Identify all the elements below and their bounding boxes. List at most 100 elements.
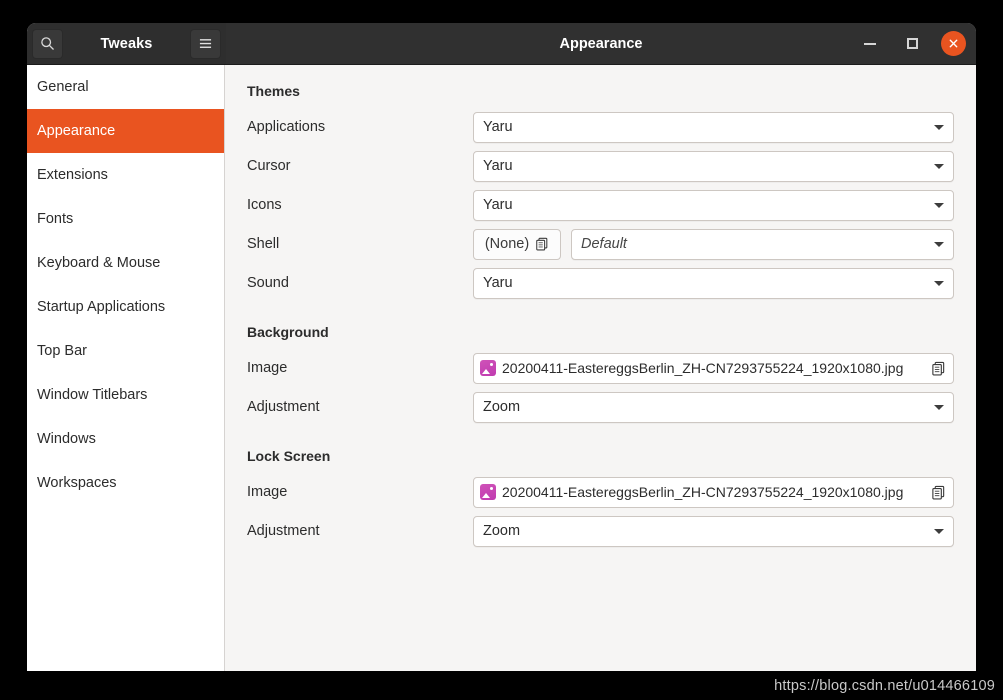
row-label: Cursor [247, 158, 291, 174]
sidebar-item-extensions[interactable]: Extensions [27, 153, 224, 197]
combo-value: Yaru [483, 197, 513, 213]
row-lockscreen-adjustment: Adjustment Zoom [247, 512, 976, 550]
applications-theme-combo[interactable]: Yaru [473, 111, 954, 143]
settings-content: Themes Applications Yaru Cursor Yaru Ico… [225, 65, 976, 671]
app-title: Tweaks [100, 35, 153, 52]
sidebar-item-label: Startup Applications [37, 299, 166, 315]
sidebar-item-appearance[interactable]: Appearance [27, 109, 224, 153]
sidebar-item-startup-applications[interactable]: Startup Applications [27, 285, 224, 329]
copy-icon[interactable] [931, 485, 946, 500]
row-cursor-theme: Cursor Yaru [247, 147, 976, 185]
lockscreen-section-title: Lock Screen [247, 448, 331, 464]
row-label: Sound [247, 275, 289, 291]
themes-section-title: Themes [247, 83, 300, 99]
row-background-adjustment: Adjustment Zoom [247, 388, 976, 426]
image-file-icon [480, 360, 496, 376]
close-icon [949, 39, 958, 48]
sidebar: General Appearance Extensions Fonts Keyb… [27, 65, 225, 671]
lockscreen-adjustment-combo[interactable]: Zoom [473, 515, 954, 547]
chevron-down-icon [934, 404, 944, 410]
sidebar-item-workspaces[interactable]: Workspaces [27, 461, 224, 505]
combo-value: Zoom [483, 523, 521, 539]
shell-theme-install-button[interactable]: (None) [473, 228, 561, 260]
row-background-image: Image 20200411-EastereggsBerlin_ZH-CN729… [247, 349, 976, 387]
background-section-title: Background [247, 324, 329, 340]
sidebar-item-label: Keyboard & Mouse [37, 255, 161, 271]
row-label: Shell [247, 236, 280, 252]
copy-icon [535, 237, 549, 251]
screen: Tweaks Appearance General Appearance Ext… [0, 0, 1003, 700]
sound-theme-combo[interactable]: Yaru [473, 267, 954, 299]
chevron-down-icon [934, 528, 944, 534]
maximize-icon [906, 38, 918, 49]
window-controls [857, 31, 966, 57]
sidebar-item-label: General [37, 79, 89, 95]
combo-value: Yaru [483, 275, 513, 291]
sidebar-item-window-titlebars[interactable]: Window Titlebars [27, 373, 224, 417]
sidebar-item-label: Windows [37, 431, 96, 447]
control-area: Yaru [473, 189, 954, 221]
sidebar-item-general[interactable]: General [27, 65, 224, 109]
combo-value: Zoom [483, 399, 521, 415]
shell-none-label: (None) [484, 236, 530, 252]
control-area: Zoom [473, 391, 954, 423]
combo-value: Default [581, 236, 627, 252]
sidebar-item-label: Appearance [37, 123, 116, 139]
control-area: 20200411-EastereggsBerlin_ZH-CN729375522… [473, 352, 954, 384]
sidebar-item-top-bar[interactable]: Top Bar [27, 329, 224, 373]
control-area: 20200411-EastereggsBerlin_ZH-CN729375522… [473, 476, 954, 508]
chevron-down-icon [934, 241, 944, 247]
sidebar-item-windows[interactable]: Windows [27, 417, 224, 461]
row-applications-theme: Applications Yaru [247, 108, 976, 146]
control-area: (None) Default [473, 228, 954, 260]
search-button[interactable] [32, 28, 63, 59]
sidebar-item-keyboard-mouse[interactable]: Keyboard & Mouse [27, 241, 224, 285]
row-label: Adjustment [247, 399, 320, 415]
control-area: Yaru [473, 111, 954, 143]
tweaks-window: Tweaks Appearance General Appearance Ext… [27, 23, 976, 671]
chevron-down-icon [934, 124, 944, 130]
watermark: https://blog.csdn.net/u014466109 [774, 678, 995, 694]
lockscreen-image-filename: 20200411-EastereggsBerlin_ZH-CN729375522… [502, 484, 904, 500]
chevron-down-icon [934, 280, 944, 286]
minimize-button[interactable] [857, 31, 883, 57]
row-label: Image [247, 484, 288, 500]
minimize-icon [864, 42, 876, 45]
row-label: Applications [247, 119, 326, 135]
combo-value: Yaru [483, 158, 513, 174]
headerbar-left-pane: Tweaks [27, 23, 226, 64]
window-headerbar: Tweaks Appearance [27, 23, 976, 65]
cursor-theme-combo[interactable]: Yaru [473, 150, 954, 182]
close-button[interactable] [941, 31, 966, 56]
row-shell-theme: Shell (None) Default [247, 225, 976, 263]
sidebar-item-label: Top Bar [37, 343, 87, 359]
image-file-icon [480, 484, 496, 500]
icons-theme-combo[interactable]: Yaru [473, 189, 954, 221]
shell-theme-combo[interactable]: Default [571, 228, 954, 260]
control-area: Yaru [473, 150, 954, 182]
row-icons-theme: Icons Yaru [247, 186, 976, 224]
control-area: Yaru [473, 267, 954, 299]
combo-value: Yaru [483, 119, 513, 135]
background-image-filename: 20200411-EastereggsBerlin_ZH-CN729375522… [502, 360, 904, 376]
maximize-button[interactable] [899, 31, 925, 57]
hamburger-menu-icon [199, 39, 212, 48]
copy-icon[interactable] [931, 361, 946, 376]
sidebar-item-label: Extensions [37, 167, 108, 183]
headerbar-right-pane: Appearance [226, 23, 976, 64]
sidebar-item-fonts[interactable]: Fonts [27, 197, 224, 241]
row-label: Icons [247, 197, 282, 213]
row-lockscreen-image: Image 20200411-EastereggsBerlin_ZH-CN729… [247, 473, 976, 511]
row-sound-theme: Sound Yaru [247, 264, 976, 302]
background-adjustment-combo[interactable]: Zoom [473, 391, 954, 423]
row-label: Image [247, 360, 288, 376]
sidebar-item-label: Window Titlebars [37, 387, 148, 403]
main-menu-button[interactable] [190, 28, 221, 59]
sidebar-item-label: Fonts [37, 211, 74, 227]
search-icon [41, 37, 54, 50]
window-body: General Appearance Extensions Fonts Keyb… [27, 65, 976, 671]
background-image-filechooser[interactable]: 20200411-EastereggsBerlin_ZH-CN729375522… [473, 352, 954, 384]
row-label: Adjustment [247, 523, 320, 539]
lockscreen-image-filechooser[interactable]: 20200411-EastereggsBerlin_ZH-CN729375522… [473, 476, 954, 508]
chevron-down-icon [934, 202, 944, 208]
